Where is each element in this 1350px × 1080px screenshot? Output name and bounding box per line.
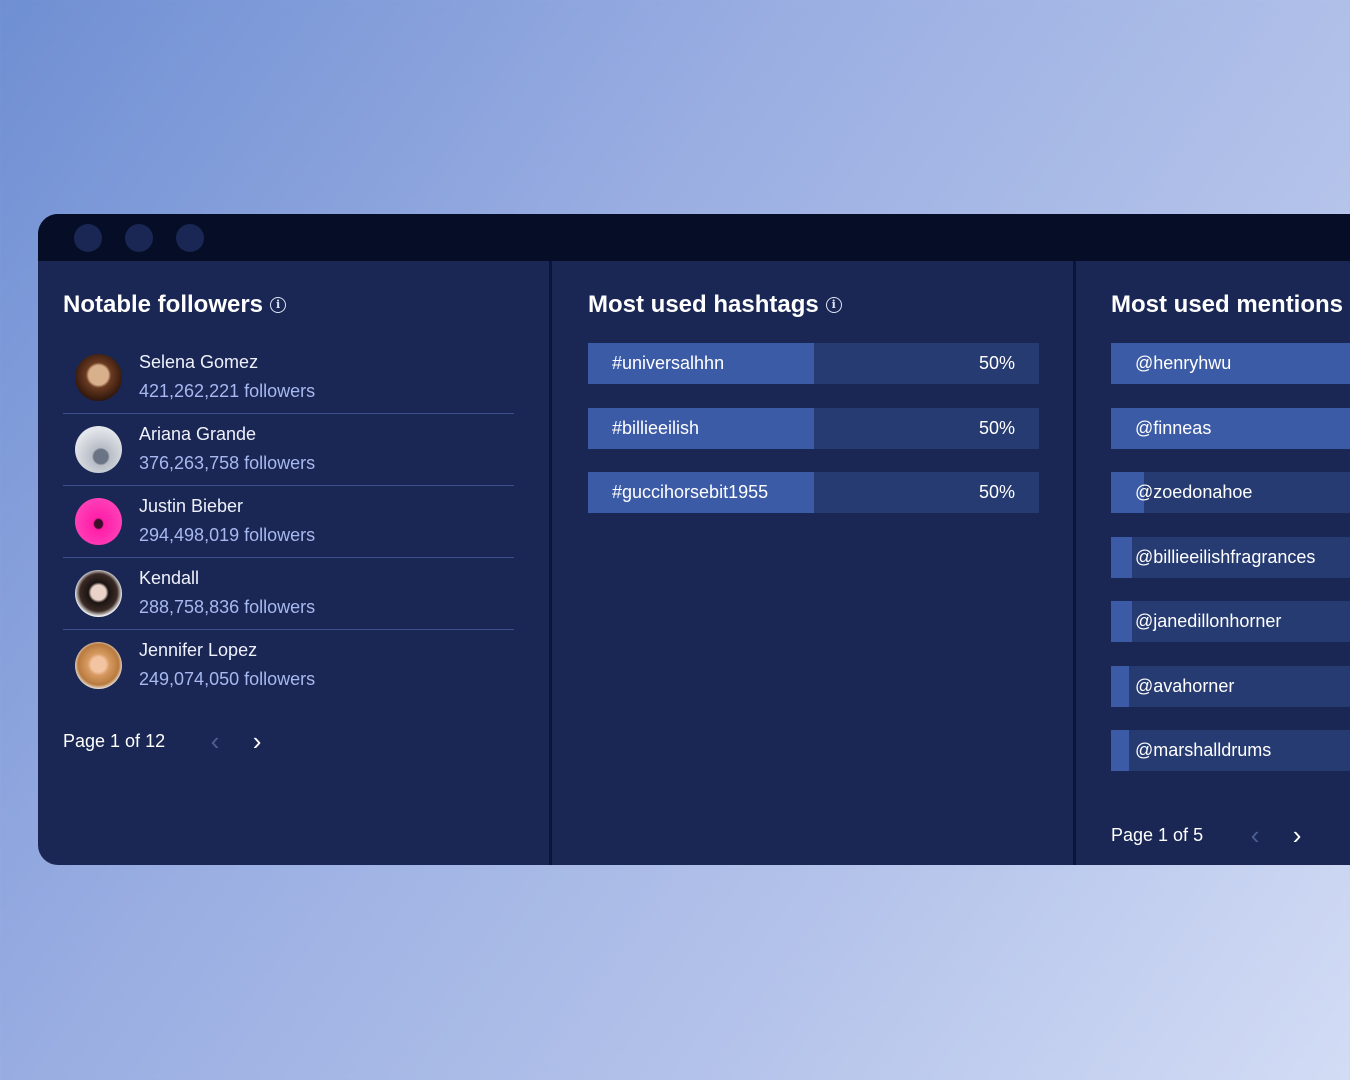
follower-name: Ariana Grande [139, 424, 257, 444]
notable-followers-panel: Notable followers i Selena Gomez 421,262… [38, 261, 549, 865]
chevron-left-icon[interactable]: ‹ [205, 728, 225, 754]
hashtag-list: #universalhhn 50% #billieeilish 50% #guc… [588, 343, 1039, 537]
panel-title: Most used hashtags i [588, 291, 842, 319]
mention-label: @marshalldrums [1135, 740, 1272, 760]
window-titlebar [38, 214, 1350, 261]
mention-bar-fill [1111, 665, 1129, 707]
panel-title: Notable followers i [63, 291, 287, 319]
hashtag-bar[interactable]: #guccihorsebit1955 50% [588, 472, 1039, 513]
mention-bar-fill [1111, 536, 1132, 578]
page-background: { "followers": { "title": "Notable follo… [0, 0, 1350, 1080]
mention-bar[interactable]: @janedillonhorner [1111, 601, 1350, 642]
avatar [75, 426, 122, 473]
panel-title-text: Notable followers [63, 291, 264, 318]
follower-row[interactable]: Ariana Grande 376,263,758 followers [63, 414, 514, 486]
mention-label: @henryhwu [1135, 353, 1232, 373]
hashtag-percent: 50% [978, 417, 1015, 438]
follower-name: Kendall [139, 568, 200, 588]
follower-row[interactable]: Selena Gomez 421,262,221 followers [63, 342, 514, 414]
hashtag-label: #universalhhn [612, 353, 725, 373]
follower-row[interactable]: Kendall 288,758,836 followers [63, 558, 514, 630]
follower-name: Jennifer Lopez [139, 640, 258, 660]
follower-text: Jennifer Lopez 249,074,050 followers [139, 638, 315, 691]
mention-label: @finneas [1135, 417, 1212, 438]
avatar [75, 354, 122, 401]
follower-name: Selena Gomez [139, 352, 259, 372]
hashtag-bar[interactable]: #billieeilish 50% [588, 407, 1039, 449]
chevron-left-icon[interactable]: ‹ [1245, 822, 1265, 848]
follower-count: 288,758,836 followers [139, 597, 316, 617]
mention-bar[interactable]: @marshalldrums [1111, 730, 1350, 771]
follower-text: Selena Gomez 421,262,221 followers [139, 350, 315, 403]
followers-list: Selena Gomez 421,262,221 followers Arian… [63, 342, 514, 701]
page-indicator: Page 1 of 12 [63, 730, 166, 751]
hashtags-panel: Most used hashtags i #universalhhn 50% #… [552, 261, 1073, 865]
app-window: Notable followers i Selena Gomez 421,262… [38, 214, 1350, 865]
avatar [75, 498, 122, 545]
mention-bar-fill [1111, 730, 1129, 771]
panel-title: Most used mentions i [1111, 291, 1350, 319]
avatar [75, 570, 122, 617]
follower-count: 249,074,050 followers [139, 669, 316, 689]
hashtag-bar[interactable]: #universalhhn 50% [588, 343, 1039, 384]
hashtag-percent: 50% [978, 482, 1015, 502]
mention-bar[interactable]: @billieeilishfragrances [1111, 536, 1350, 578]
follower-text: Kendall 288,758,836 followers [139, 566, 315, 619]
mention-bar[interactable]: @zoedonahoe [1111, 472, 1350, 513]
mention-list: @henryhwu @finneas @zoedonahoe @billieei… [1111, 343, 1350, 795]
follower-count: 421,262,221 followers [139, 381, 316, 401]
window-control-dot[interactable] [176, 223, 204, 252]
page-indicator: Page 1 of 5 [1111, 824, 1204, 845]
panel-title-text: Most used hashtags [588, 291, 819, 318]
avatar [75, 642, 122, 689]
follower-text: Ariana Grande 376,263,758 followers [139, 422, 315, 475]
panels-container: Notable followers i Selena Gomez 421,262… [38, 261, 1350, 865]
info-icon[interactable]: i [270, 297, 287, 313]
follower-count: 376,263,758 followers [139, 453, 316, 473]
hashtag-label: #guccihorsebit1955 [612, 482, 769, 502]
hashtag-label: #billieeilish [612, 417, 700, 438]
follower-name: Justin Bieber [139, 496, 244, 516]
mentions-panel: Most used mentions i @henryhwu @finneas … [1076, 261, 1350, 865]
follower-count: 294,498,019 followers [139, 525, 316, 545]
mention-bar[interactable]: @finneas [1111, 407, 1350, 449]
mention-bar[interactable]: @henryhwu [1111, 343, 1350, 384]
mention-bar[interactable]: @avahorner [1111, 665, 1350, 707]
panel-title-text: Most used mentions [1111, 291, 1344, 318]
chevron-right-icon[interactable]: › [1287, 822, 1307, 848]
mention-label: @zoedonahoe [1135, 482, 1253, 502]
follower-row[interactable]: Jennifer Lopez 249,074,050 followers [63, 630, 514, 701]
followers-pagination: Page 1 of 12 ‹ › [63, 728, 267, 754]
window-control-dot[interactable] [125, 223, 153, 252]
mention-bar-fill [1111, 601, 1132, 642]
follower-row[interactable]: Justin Bieber 294,498,019 followers [63, 486, 514, 558]
mention-label: @avahorner [1135, 675, 1235, 696]
info-icon[interactable]: i [825, 297, 842, 313]
window-control-dot[interactable] [74, 223, 102, 252]
hashtag-percent: 50% [978, 353, 1015, 373]
chevron-right-icon[interactable]: › [247, 728, 267, 754]
follower-text: Justin Bieber 294,498,019 followers [139, 494, 315, 547]
mention-label: @billieeilishfragrances [1135, 546, 1316, 567]
mention-label: @janedillonhorner [1135, 611, 1282, 631]
mentions-pagination: Page 1 of 5 ‹ › [1111, 822, 1307, 848]
